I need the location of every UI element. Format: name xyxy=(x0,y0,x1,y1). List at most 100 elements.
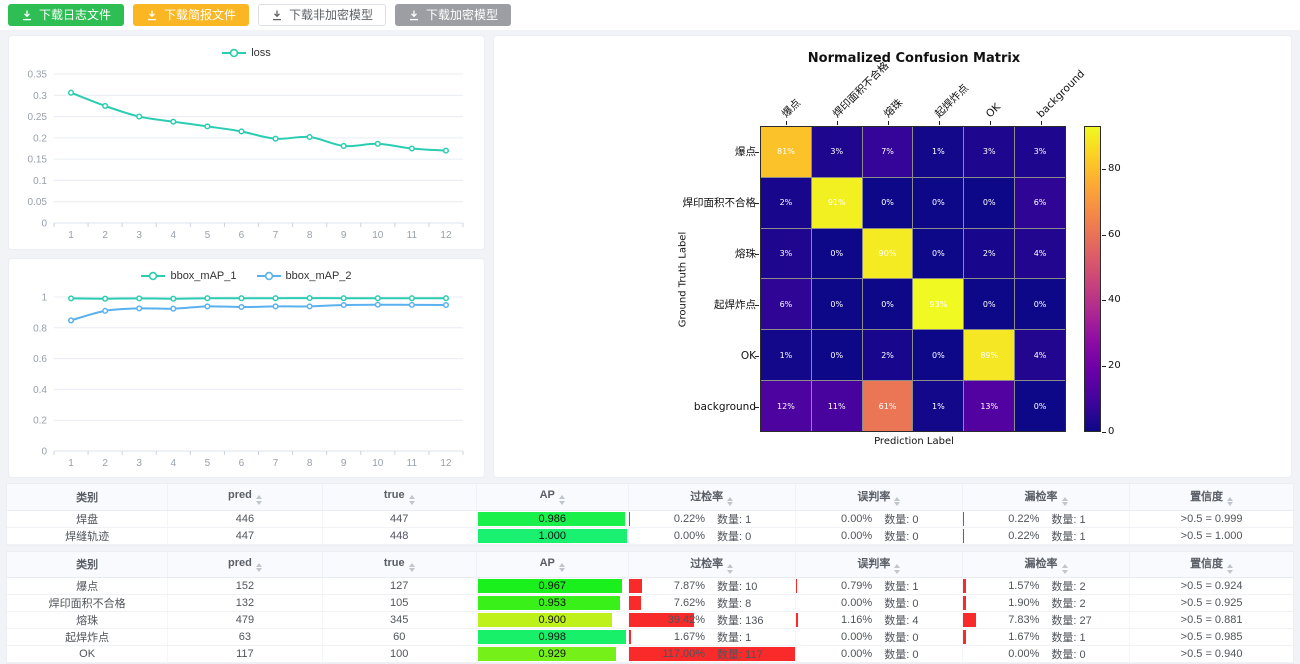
heatmap-cell: 0% xyxy=(1015,279,1065,329)
axis-tick xyxy=(755,305,759,306)
overdetect-cell: 0.00%数量: 0 xyxy=(628,527,795,544)
legend-marker-icon xyxy=(141,271,165,281)
heatmap-cell: 2% xyxy=(761,178,811,228)
rate-count: 数量: 1 xyxy=(872,578,962,594)
heatmap-cell: 1% xyxy=(761,330,811,380)
pred-cell: 117 xyxy=(168,646,322,663)
col-header-ap[interactable]: AP xyxy=(476,484,628,510)
col-header-overdetect[interactable]: 过检率 xyxy=(628,552,795,578)
download-log-button[interactable]: 下载日志文件 xyxy=(8,4,124,26)
sort-caret-icon[interactable] xyxy=(409,495,415,505)
category-cell: 焊印面积不合格 xyxy=(7,595,168,612)
download-encrypted-model-button[interactable]: 下载加密模型 xyxy=(395,4,511,26)
sort-desc-icon xyxy=(409,568,415,572)
rate-text: 1.67%数量: 1 xyxy=(963,629,1129,645)
download-report-button[interactable]: 下载简报文件 xyxy=(133,4,249,26)
sort-asc-icon xyxy=(559,563,565,567)
legend-item-bbox_mAP_2[interactable]: bbox_mAP_2 xyxy=(257,270,352,282)
sort-caret-icon[interactable] xyxy=(256,563,262,573)
confidence-cell: >0.5 = 0.925 xyxy=(1130,595,1293,612)
sort-caret-icon[interactable] xyxy=(409,563,415,573)
table-row: 爆点1521270.9677.87%数量: 100.79%数量: 11.57%数… xyxy=(7,578,1293,595)
rate-count: 数量: 1 xyxy=(1039,629,1129,645)
ap-value: 1.000 xyxy=(478,529,627,543)
col-header-ap[interactable]: AP xyxy=(476,552,628,578)
svg-text:2: 2 xyxy=(102,230,108,241)
heatmap-cell: 91% xyxy=(812,178,862,228)
rate-percent: 1.57% xyxy=(963,580,1039,592)
heatmap-cell: 0% xyxy=(812,330,862,380)
sort-caret-icon[interactable] xyxy=(894,497,900,507)
heatmap-cell: 89% xyxy=(964,330,1014,380)
col-header-overdetect[interactable]: 过检率 xyxy=(628,484,795,510)
svg-text:7: 7 xyxy=(273,458,279,469)
col-header-label: pred xyxy=(228,557,252,569)
heatmap-cell: 3% xyxy=(761,229,811,279)
col-header-misjudge[interactable]: 误判率 xyxy=(795,552,962,578)
rate-percent: 0.22% xyxy=(963,513,1039,525)
sort-caret-icon[interactable] xyxy=(1227,497,1233,507)
ap-bar-wrap: 0.953 xyxy=(478,596,627,610)
colorbar-tick-label: 60 xyxy=(1108,229,1121,240)
heatmap-cell: 0% xyxy=(913,330,963,380)
col-header-confidence[interactable]: 置信度 xyxy=(1130,552,1293,578)
sort-caret-icon[interactable] xyxy=(1227,564,1233,574)
misjudge-cell: 0.00%数量: 0 xyxy=(795,646,962,663)
col-header-pred[interactable]: pred xyxy=(168,484,322,510)
col-header-true[interactable]: true xyxy=(322,484,476,510)
rate-text: 0.00%数量: 0 xyxy=(963,646,1129,662)
sort-caret-icon[interactable] xyxy=(559,495,565,505)
col-header-miss[interactable]: 漏检率 xyxy=(962,484,1129,510)
axis-tick xyxy=(1041,121,1042,125)
table-row: 焊缝轨迹4474481.0000.00%数量: 00.00%数量: 00.22%… xyxy=(7,527,1293,544)
heatmap-col-label: 熔珠 xyxy=(881,97,905,121)
rate-text: 1.67%数量: 1 xyxy=(629,629,795,645)
download-unencrypted-model-button[interactable]: 下载非加密模型 xyxy=(258,4,386,26)
sort-desc-icon xyxy=(727,502,733,506)
sort-desc-icon xyxy=(559,501,565,505)
sort-caret-icon[interactable] xyxy=(256,495,262,505)
rate-percent: 117.00% xyxy=(629,648,705,660)
miss-cell: 1.67%数量: 1 xyxy=(962,629,1129,646)
sort-caret-icon[interactable] xyxy=(727,497,733,507)
rate-percent: 7.62% xyxy=(629,597,705,609)
col-header-miss[interactable]: 漏检率 xyxy=(962,552,1129,578)
rate-text: 0.00%数量: 0 xyxy=(796,646,962,662)
rate-count: 数量: 136 xyxy=(705,612,795,628)
sort-desc-icon xyxy=(1062,570,1068,574)
misjudge-cell: 0.79%数量: 1 xyxy=(795,578,962,595)
sort-asc-icon xyxy=(894,564,900,568)
col-header-true[interactable]: true xyxy=(322,552,476,578)
legend-item-loss[interactable]: loss xyxy=(222,47,271,59)
colorbar-tick-label: 20 xyxy=(1108,360,1121,371)
sort-caret-icon[interactable] xyxy=(727,564,733,574)
heatmap-cell: 1% xyxy=(913,381,963,431)
colorbar-tick xyxy=(1102,300,1106,301)
ap-cell: 0.967 xyxy=(476,578,628,595)
sort-caret-icon[interactable] xyxy=(1062,564,1068,574)
charts-row: loss00.050.10.150.20.250.30.351234567891… xyxy=(0,30,1300,478)
heatmap-cell: 0% xyxy=(964,178,1014,228)
col-header-confidence[interactable]: 置信度 xyxy=(1130,484,1293,510)
svg-text:4: 4 xyxy=(171,230,177,241)
heatmap-cell: 0% xyxy=(812,229,862,279)
col-header-misjudge[interactable]: 误判率 xyxy=(795,484,962,510)
rate-percent: 1.67% xyxy=(963,631,1039,643)
rate-percent: 1.67% xyxy=(629,631,705,643)
sort-desc-icon xyxy=(1227,570,1233,574)
col-header-label: pred xyxy=(228,489,252,501)
sort-asc-icon xyxy=(409,563,415,567)
download-icon xyxy=(21,9,33,21)
rate-text: 0.00%数量: 0 xyxy=(796,629,962,645)
heatmap-yaxis-label: Ground Truth Label xyxy=(678,200,691,360)
svg-text:7: 7 xyxy=(273,230,279,241)
colorbar-tick xyxy=(1102,235,1106,236)
col-header-pred[interactable]: pred xyxy=(168,552,322,578)
sort-desc-icon xyxy=(409,501,415,505)
col-header-label: AP xyxy=(540,557,555,569)
legend-item-bbox_mAP_1[interactable]: bbox_mAP_1 xyxy=(141,270,236,282)
colorbar-tick-label: 0 xyxy=(1108,426,1114,437)
sort-caret-icon[interactable] xyxy=(559,563,565,573)
sort-caret-icon[interactable] xyxy=(1062,497,1068,507)
sort-caret-icon[interactable] xyxy=(894,564,900,574)
